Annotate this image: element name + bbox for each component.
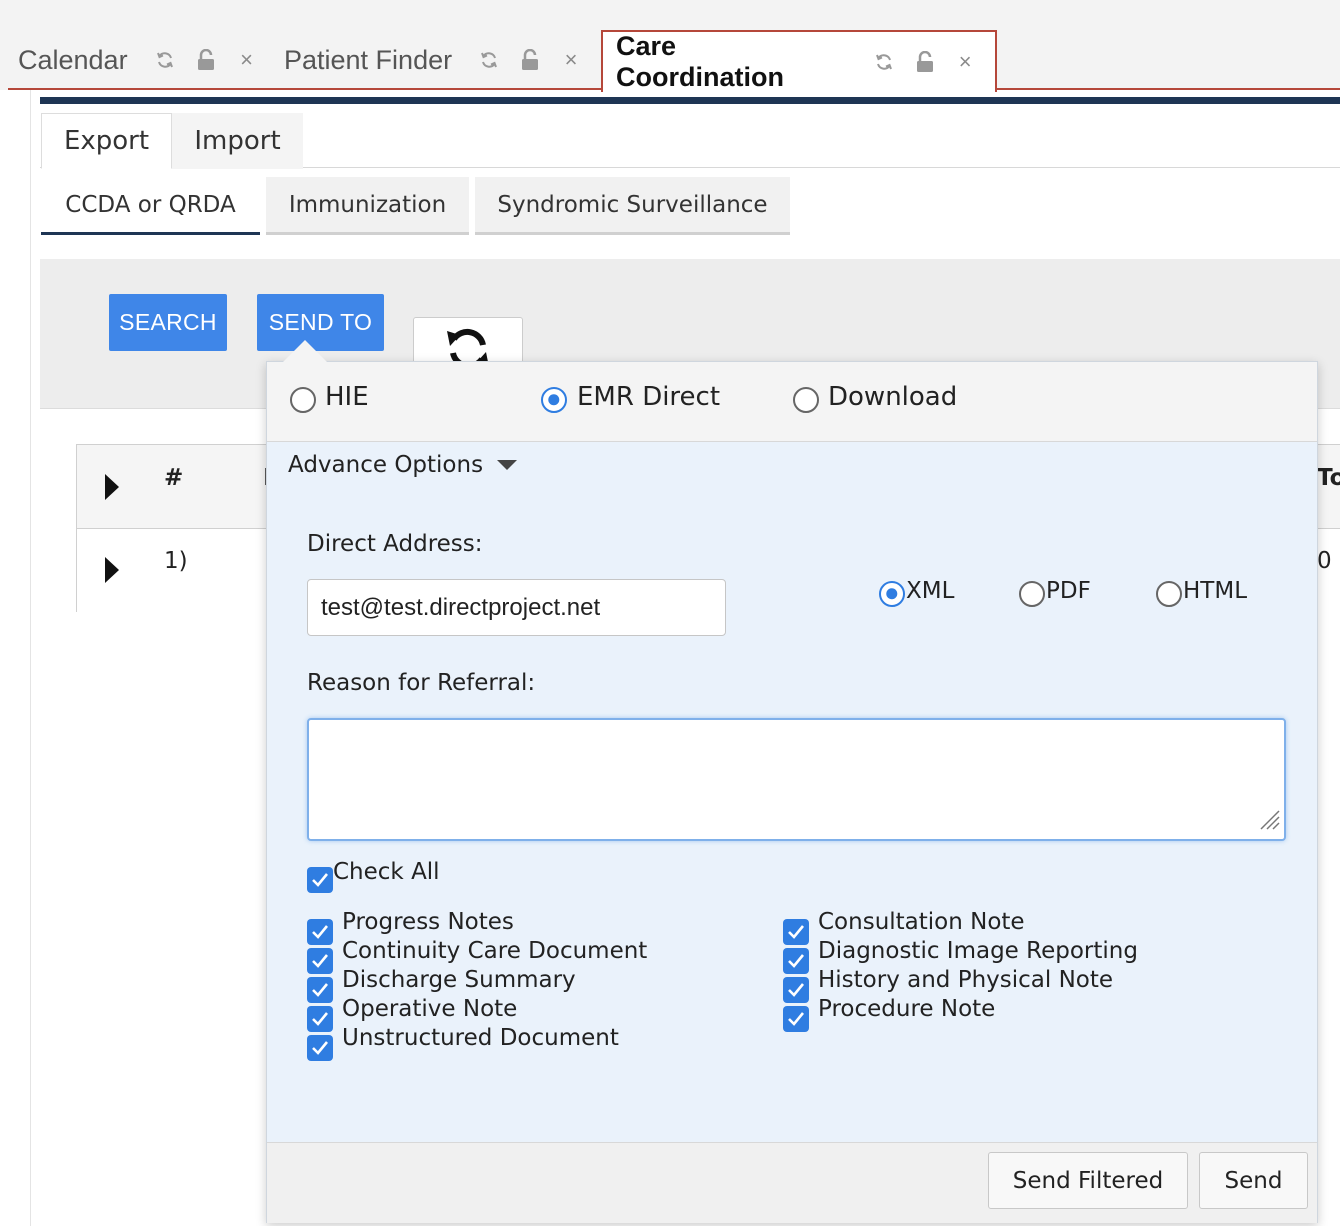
document-type-checkbox[interactable] — [307, 977, 333, 1003]
document-type-checkbox[interactable] — [783, 919, 809, 945]
window-tab-label: Care Coordination — [616, 31, 784, 92]
send-button[interactable]: Send — [1199, 1152, 1308, 1209]
radio-format-html-label: HTML — [1183, 578, 1248, 604]
reason-for-referral-textarea[interactable] — [307, 718, 1286, 841]
popover-arrow — [283, 340, 327, 362]
column-header-partial-right: To — [1317, 465, 1340, 491]
tab-import[interactable]: Import — [172, 113, 303, 169]
document-type-checkbox[interactable] — [307, 948, 333, 974]
document-type-label: Progress Notes — [342, 909, 514, 935]
subtab-ccda-or-qrda[interactable]: CCDA or QRDA — [41, 177, 260, 235]
radio-format-pdf[interactable] — [1019, 581, 1045, 607]
subtab-immunization[interactable]: Immunization — [266, 177, 469, 235]
page-header-bar — [40, 97, 1340, 104]
window-tab-label: Patient Finder — [284, 44, 453, 75]
radio-hie[interactable] — [290, 387, 316, 413]
document-type-label: Diagnostic Image Reporting — [818, 938, 1138, 964]
radio-emr-direct[interactable] — [541, 387, 567, 413]
reload-icon[interactable] — [154, 50, 176, 70]
caret-down-icon — [497, 460, 518, 470]
subtab-syndromic-surveillance[interactable]: Syndromic Surveillance — [475, 177, 790, 235]
expand-row-icon[interactable] — [105, 557, 119, 583]
document-type-label: Discharge Summary — [342, 967, 576, 993]
check-all-label: Check All — [333, 859, 440, 885]
window-tab-calendar[interactable]: Calendar × — [18, 30, 277, 90]
radio-hie-label: HIE — [325, 382, 369, 412]
document-type-label: History and Physical Note — [818, 967, 1114, 993]
send-filtered-button[interactable]: Send Filtered — [988, 1152, 1188, 1209]
radio-format-xml[interactable] — [879, 581, 905, 607]
document-type-label: Operative Note — [342, 996, 518, 1022]
close-icon[interactable]: × — [954, 49, 976, 75]
radio-format-xml-label: XML — [906, 578, 955, 604]
document-type-checkbox[interactable] — [307, 1035, 333, 1061]
tab-export[interactable]: Export — [41, 113, 172, 169]
radio-emr-direct-label: EMR Direct — [577, 382, 721, 412]
row-index: 1) — [164, 548, 188, 574]
document-type-checkbox[interactable] — [307, 919, 333, 945]
radio-download-label: Download — [828, 382, 958, 412]
window-tab-care-coordination[interactable]: Care Coordination × — [601, 30, 997, 92]
document-type-label: Continuity Care Document — [342, 938, 648, 964]
document-type-checkbox[interactable] — [783, 1006, 809, 1032]
destination-bar: HIE EMR Direct Download — [267, 362, 1317, 442]
close-icon[interactable]: × — [236, 47, 258, 73]
document-type-checkbox[interactable] — [783, 948, 809, 974]
direct-address-label: Direct Address: — [307, 531, 483, 557]
window-tab-patient-finder[interactable]: Patient Finder × — [284, 30, 601, 90]
send-to-popover: HIE EMR Direct Download Advance Options … — [266, 361, 1318, 1223]
advance-options-toggle[interactable]: Advance Options — [288, 452, 518, 478]
column-header-number: # — [164, 465, 184, 491]
document-type-checkbox[interactable] — [783, 977, 809, 1003]
content-left-border — [30, 90, 31, 1226]
resize-grip-icon[interactable] — [1258, 808, 1280, 835]
check-all-checkbox[interactable] — [307, 867, 333, 893]
reload-icon[interactable] — [873, 52, 895, 72]
close-icon[interactable]: × — [560, 47, 582, 73]
reason-for-referral-label: Reason for Referral: — [307, 670, 536, 696]
document-type-checkbox[interactable] — [307, 1006, 333, 1032]
unlock-icon[interactable] — [195, 49, 217, 71]
row-partial-cell: 0 — [1317, 548, 1332, 574]
radio-format-pdf-label: PDF — [1046, 578, 1091, 604]
radio-download[interactable] — [793, 387, 819, 413]
document-type-label: Consultation Note — [818, 909, 1025, 935]
radio-format-html[interactable] — [1156, 581, 1182, 607]
advance-options-label: Advance Options — [288, 452, 484, 478]
reload-icon[interactable] — [478, 50, 500, 70]
document-type-label: Unstructured Document — [342, 1025, 619, 1051]
search-button[interactable]: SEARCH — [109, 294, 227, 351]
document-type-label: Procedure Note — [818, 996, 996, 1022]
expand-all-icon[interactable] — [105, 474, 119, 500]
window-tab-label: Calendar — [18, 44, 128, 75]
unlock-icon[interactable] — [519, 49, 541, 71]
direct-address-input[interactable]: test@test.directproject.net — [307, 579, 726, 636]
unlock-icon[interactable] — [914, 51, 936, 73]
